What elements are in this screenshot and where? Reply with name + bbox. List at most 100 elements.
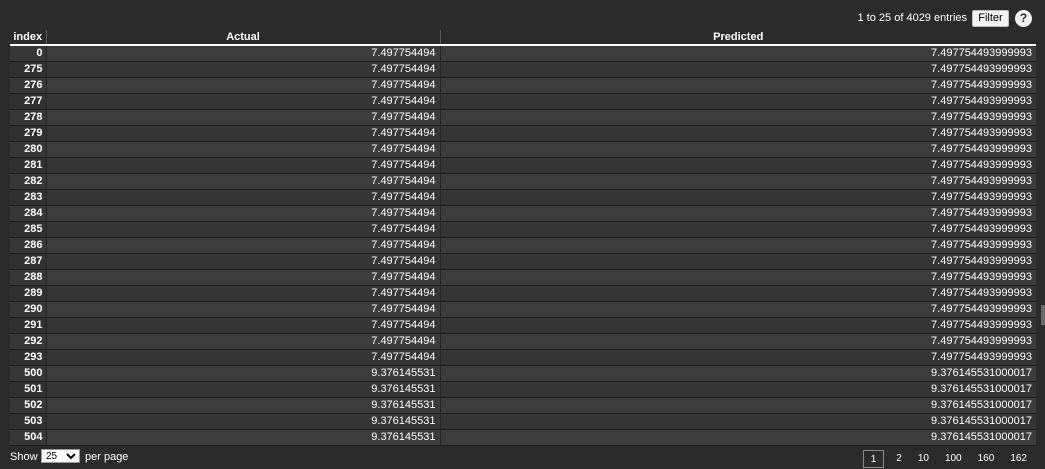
actual-cell: 9.376145531 xyxy=(45,381,440,398)
page-size-select[interactable]: 25 xyxy=(41,449,80,463)
row-index-cell: 504 xyxy=(10,429,46,446)
actual-cell: 7.497754494 xyxy=(45,77,440,94)
row-index-cell: 284 xyxy=(10,205,46,222)
page-button-1[interactable]: 1 xyxy=(862,450,885,468)
actual-cell: 7.497754494 xyxy=(45,157,440,174)
row-index-cell: 288 xyxy=(10,269,46,286)
table-row[interactable]: 504 9.376145531 9.376145531000017 xyxy=(10,429,1036,446)
table-row[interactable]: 278 7.497754494 7.497754493999993 xyxy=(10,109,1036,126)
predicted-cell: 7.497754493999993 xyxy=(439,141,1036,158)
predicted-cell: 7.497754493999993 xyxy=(439,61,1036,78)
actual-cell: 9.376145531 xyxy=(45,397,440,414)
row-index-cell: 293 xyxy=(10,349,46,366)
actual-cell: 7.497754494 xyxy=(45,61,440,78)
actual-cell: 7.497754494 xyxy=(45,109,440,126)
row-index-cell: 286 xyxy=(10,237,46,254)
row-index-cell: 279 xyxy=(10,125,46,142)
predicted-cell: 7.497754493999993 xyxy=(439,45,1036,62)
predicted-cell: 7.497754493999993 xyxy=(439,109,1036,126)
entries-info: 1 to 25 of 4029 entries xyxy=(857,12,967,24)
predicted-cell: 7.497754493999993 xyxy=(439,125,1036,142)
scrollbar-thumb[interactable] xyxy=(1041,305,1045,325)
row-index-cell: 277 xyxy=(10,93,46,110)
row-index-cell: 292 xyxy=(10,333,46,350)
actual-cell: 7.497754494 xyxy=(45,141,440,158)
table-row[interactable]: 286 7.497754494 7.497754493999993 xyxy=(10,237,1036,254)
row-index-cell: 287 xyxy=(10,253,46,270)
table-row[interactable]: 276 7.497754494 7.497754493999993 xyxy=(10,77,1036,94)
table-row[interactable]: 290 7.497754494 7.497754493999993 xyxy=(10,301,1036,318)
predicted-cell: 7.497754493999993 xyxy=(439,237,1036,254)
predicted-cell: 7.497754493999993 xyxy=(439,285,1036,302)
predicted-cell: 9.376145531000017 xyxy=(439,381,1036,398)
table-row[interactable]: 500 9.376145531 9.376145531000017 xyxy=(10,365,1036,382)
row-index-cell: 501 xyxy=(10,381,46,398)
table-row[interactable]: 501 9.376145531 9.376145531000017 xyxy=(10,381,1036,398)
table-row[interactable]: 282 7.497754494 7.497754493999993 xyxy=(10,173,1036,190)
row-index-cell: 0 xyxy=(10,45,46,62)
actual-cell: 7.497754494 xyxy=(45,301,440,318)
table-row[interactable]: 293 7.497754494 7.497754493999993 xyxy=(10,349,1036,366)
predicted-cell: 7.497754493999993 xyxy=(439,301,1036,318)
actual-cell: 7.497754494 xyxy=(45,317,440,334)
row-index-cell: 278 xyxy=(10,109,46,126)
table-row[interactable]: 502 9.376145531 9.376145531000017 xyxy=(10,397,1036,414)
predicted-cell: 9.376145531000017 xyxy=(439,397,1036,414)
column-header-actual[interactable]: Actual xyxy=(45,30,440,46)
table-row[interactable]: 283 7.497754494 7.497754493999993 xyxy=(10,189,1036,206)
page-button-160[interactable]: 160 xyxy=(970,450,1003,468)
column-header-index[interactable]: index xyxy=(10,30,46,46)
actual-cell: 7.497754494 xyxy=(45,333,440,350)
predicted-cell: 7.497754493999993 xyxy=(439,93,1036,110)
row-index-cell: 283 xyxy=(10,189,46,206)
page-button-162[interactable]: 162 xyxy=(1002,450,1035,468)
table-header-row: index Actual Predicted xyxy=(10,30,1036,46)
table-row[interactable]: 291 7.497754494 7.497754493999993 xyxy=(10,317,1036,334)
predicted-cell: 7.497754493999993 xyxy=(439,317,1036,334)
predicted-cell: 7.497754493999993 xyxy=(439,221,1036,238)
table-row[interactable]: 292 7.497754494 7.497754493999993 xyxy=(10,333,1036,350)
help-icon[interactable]: ? xyxy=(1015,10,1032,27)
page-button-100[interactable]: 100 xyxy=(937,450,970,468)
actual-cell: 7.497754494 xyxy=(45,93,440,110)
actual-cell: 7.497754494 xyxy=(45,173,440,190)
pagination: 1 2 10 100 160 162 xyxy=(862,450,1035,468)
actual-cell: 7.497754494 xyxy=(45,45,440,62)
table-row[interactable]: 284 7.497754494 7.497754493999993 xyxy=(10,205,1036,222)
table-row[interactable]: 277 7.497754494 7.497754493999993 xyxy=(10,93,1036,110)
actual-cell: 9.376145531 xyxy=(45,365,440,382)
table-row[interactable]: 275 7.497754494 7.497754493999993 xyxy=(10,61,1036,78)
row-index-cell: 282 xyxy=(10,173,46,190)
actual-cell: 7.497754494 xyxy=(45,253,440,270)
table-row[interactable]: 280 7.497754494 7.497754493999993 xyxy=(10,141,1036,158)
row-index-cell: 290 xyxy=(10,301,46,318)
table-row[interactable]: 288 7.497754494 7.497754493999993 xyxy=(10,269,1036,286)
actual-cell: 7.497754494 xyxy=(45,205,440,222)
per-page-label: per page xyxy=(85,451,129,463)
page-button-10[interactable]: 10 xyxy=(910,450,937,468)
table-row[interactable]: 281 7.497754494 7.497754493999993 xyxy=(10,157,1036,174)
row-index-cell: 291 xyxy=(10,317,46,334)
predicted-cell: 7.497754493999993 xyxy=(439,269,1036,286)
filter-button[interactable]: Filter xyxy=(972,10,1009,27)
table-row[interactable]: 0 7.497754494 7.497754493999993 xyxy=(10,45,1036,62)
table-row[interactable]: 279 7.497754494 7.497754493999993 xyxy=(10,125,1036,142)
table-row[interactable]: 285 7.497754494 7.497754493999993 xyxy=(10,221,1036,238)
actual-cell: 7.497754494 xyxy=(45,269,440,286)
table-row[interactable]: 503 9.376145531 9.376145531000017 xyxy=(10,413,1036,430)
predicted-cell: 9.376145531000017 xyxy=(439,429,1036,446)
predicted-cell: 7.497754493999993 xyxy=(439,189,1036,206)
predicted-cell: 7.497754493999993 xyxy=(439,333,1036,350)
actual-cell: 7.497754494 xyxy=(45,125,440,142)
show-label: Show xyxy=(10,451,38,463)
predicted-cell: 9.376145531000017 xyxy=(439,413,1036,430)
row-index-cell: 502 xyxy=(10,397,46,414)
column-header-predicted[interactable]: Predicted xyxy=(439,30,1036,46)
page-button-2[interactable]: 2 xyxy=(888,450,910,468)
predicted-cell: 9.376145531000017 xyxy=(439,365,1036,382)
row-index-cell: 500 xyxy=(10,365,46,382)
table-row[interactable]: 289 7.497754494 7.497754493999993 xyxy=(10,285,1036,302)
row-index-cell: 276 xyxy=(10,77,46,94)
table-row[interactable]: 287 7.497754494 7.497754493999993 xyxy=(10,253,1036,270)
predicted-cell: 7.497754493999993 xyxy=(439,77,1036,94)
